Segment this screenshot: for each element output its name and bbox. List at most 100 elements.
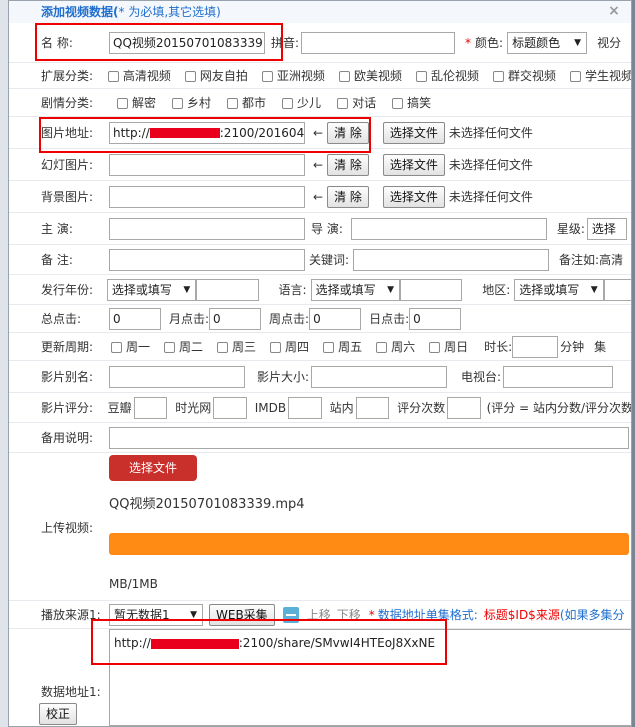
ext-option-1[interactable]: 网友自拍 [171, 67, 248, 84]
checkbox[interactable] [429, 342, 441, 353]
day-option-4[interactable]: 周五 [309, 338, 362, 355]
background-picture-input[interactable] [109, 185, 305, 208]
notes-input[interactable] [109, 248, 305, 271]
day-label: 周一 [126, 340, 151, 354]
day-option-0[interactable]: 周一 [109, 338, 150, 355]
keyword-input[interactable] [353, 248, 550, 271]
slide-picture-input[interactable] [109, 153, 305, 176]
tv-input[interactable] [503, 365, 614, 388]
checkbox[interactable] [227, 98, 239, 109]
alias-input[interactable] [109, 365, 245, 388]
checkbox[interactable] [172, 98, 184, 109]
area-input[interactable] [603, 278, 631, 301]
day-option-6[interactable]: 周日 [415, 338, 468, 355]
actors-label: 主 演: [41, 222, 73, 236]
pinyin-input[interactable] [301, 31, 456, 54]
douban-input[interactable] [133, 396, 168, 419]
annotation-box-picture [39, 117, 371, 153]
ext-option-6[interactable]: 学生视频 [556, 67, 631, 84]
ext-option-0[interactable]: 高清视频 [100, 67, 171, 84]
choose-slide-file-button[interactable]: 选择文件 [382, 153, 445, 176]
checkbox[interactable] [217, 342, 229, 353]
checkbox[interactable] [492, 71, 504, 82]
area-select[interactable]: 选择或填写 ▼ [514, 278, 604, 301]
clear-background-button[interactable]: 清 除 [327, 185, 369, 208]
month-hits-input[interactable]: 0 [209, 307, 262, 330]
clear-slide-button[interactable]: 清 除 [327, 153, 369, 176]
size-input[interactable] [311, 365, 448, 388]
no-file-text: 未选择任何文件 [448, 158, 533, 172]
checkbox[interactable] [117, 98, 128, 109]
plot-option-5[interactable]: 搞笑 [376, 94, 431, 111]
year-input[interactable] [196, 278, 259, 301]
choose-background-file-button[interactable]: 选择文件 [382, 185, 445, 208]
checkbox[interactable] [392, 98, 404, 109]
checkbox[interactable] [415, 71, 427, 82]
tv-label: 电视台: [461, 370, 502, 384]
checkbox[interactable] [337, 98, 349, 109]
checkbox[interactable] [282, 98, 294, 109]
site-score-input[interactable] [355, 396, 390, 419]
ext-option-5[interactable]: 群交视频 [479, 67, 556, 84]
day-option-5[interactable]: 周六 [362, 338, 415, 355]
no-file-text: 未选择任何文件 [448, 126, 533, 140]
option-label: 对话 [352, 96, 377, 110]
language-input[interactable] [399, 278, 463, 301]
ext-category-label: 扩展分类: [41, 69, 94, 83]
close-icon[interactable]: × [605, 2, 623, 20]
day-option-1[interactable]: 周二 [150, 338, 203, 355]
mtime-input[interactable] [213, 396, 247, 419]
actors-input[interactable] [109, 217, 305, 240]
score-count-input[interactable] [447, 396, 481, 419]
remark-input[interactable] [109, 426, 629, 449]
site-score-label: 站内 [329, 401, 354, 415]
option-label: 乡村 [187, 96, 212, 110]
upload-size-text: MB/1MB [109, 577, 158, 591]
checkbox[interactable] [111, 342, 122, 353]
checkbox[interactable] [270, 342, 282, 353]
slide-picture-label: 幻灯图片: [41, 158, 94, 172]
checkbox[interactable] [184, 71, 196, 82]
checkbox[interactable] [323, 342, 335, 353]
year-select[interactable]: 选择或填写 ▼ [106, 278, 197, 301]
day-hits-input[interactable]: 0 [409, 307, 462, 330]
ext-option-3[interactable]: 欧美视频 [325, 67, 402, 84]
checkbox[interactable] [376, 342, 388, 353]
alias-label: 影片别名: [41, 370, 94, 384]
imdb-label: IMDB [254, 400, 287, 415]
correct-button[interactable]: 校正 [39, 703, 78, 725]
upload-progress-track [109, 533, 629, 555]
week-hits-input[interactable]: 0 [309, 307, 362, 330]
total-hits-input[interactable]: 0 [109, 307, 161, 330]
checkbox[interactable] [164, 342, 176, 353]
option-label: 解密 [132, 96, 157, 110]
checkbox[interactable] [261, 71, 273, 82]
plot-option-1[interactable]: 乡村 [156, 94, 211, 111]
imdb-input[interactable] [288, 396, 322, 419]
checkbox[interactable] [107, 71, 119, 82]
day-option-2[interactable]: 周三 [203, 338, 256, 355]
plot-option-0[interactable]: 解密 [109, 94, 156, 111]
ext-option-4[interactable]: 乱伦视频 [402, 67, 479, 84]
director-input[interactable] [350, 217, 547, 240]
checkbox[interactable] [569, 71, 581, 82]
plot-option-3[interactable]: 少儿 [266, 94, 321, 111]
row-alias: 影片别名: 影片大小: 电视台: [9, 361, 631, 393]
dialog-title: 添加视频数据( [41, 5, 119, 19]
option-label: 亚洲视频 [276, 69, 325, 83]
upload-area: 选择文件 QQ视频20150701083339.mp4 MB/1MB [109, 453, 629, 601]
title-color-select[interactable]: 标题颜色 ▼ [507, 31, 588, 54]
choose-video-button[interactable]: 选择文件 [109, 455, 197, 481]
ext-option-2[interactable]: 亚洲视频 [248, 67, 325, 84]
plot-option-4[interactable]: 对话 [321, 94, 376, 111]
notes-label: 备 注: [41, 253, 73, 267]
choose-picture-file-button[interactable]: 选择文件 [382, 121, 445, 144]
plot-option-2[interactable]: 都市 [211, 94, 266, 111]
duration-input[interactable] [512, 335, 559, 358]
more-episodes-text: (如果多集分 [559, 608, 625, 622]
language-select[interactable]: 选择或填写 ▼ [310, 278, 400, 301]
month-hits-label: 月点击: [169, 312, 210, 326]
checkbox[interactable] [338, 71, 350, 82]
day-option-3[interactable]: 周四 [256, 338, 309, 355]
star-select[interactable]: 选择 [586, 217, 627, 240]
